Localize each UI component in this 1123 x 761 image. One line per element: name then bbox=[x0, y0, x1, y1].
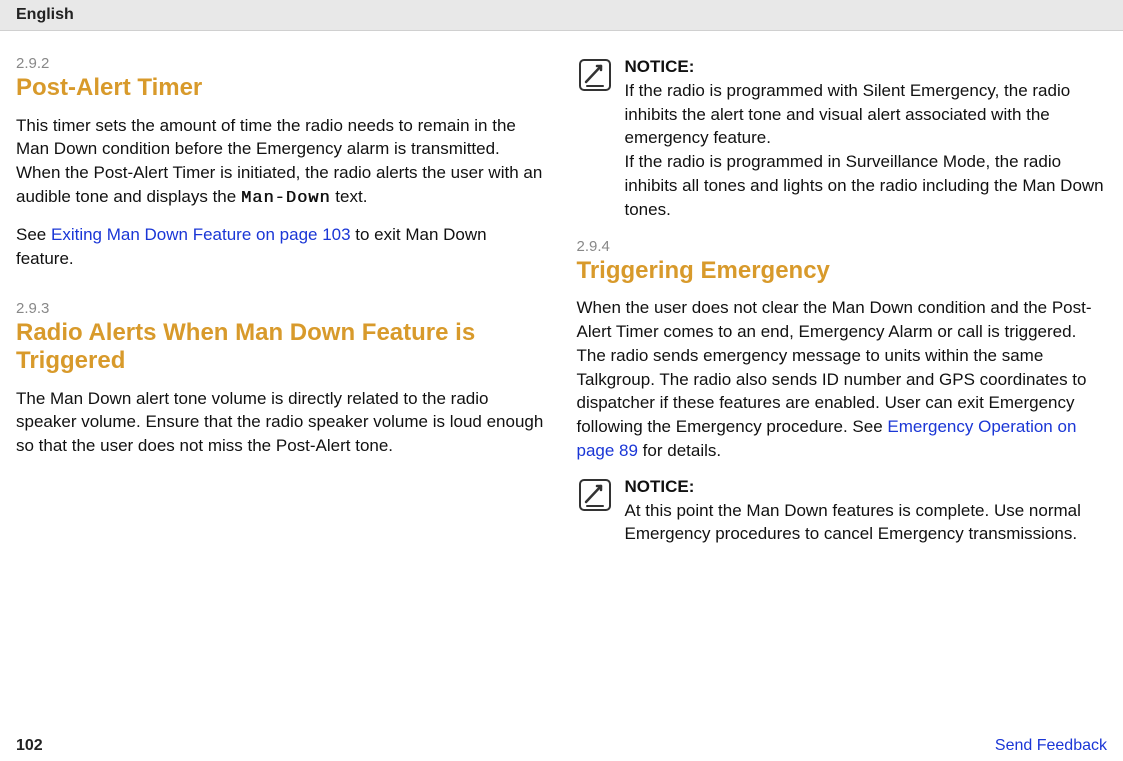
notice-text: If the radio is programmed in Surveillan… bbox=[625, 150, 1108, 221]
notice-content: NOTICE: At this point the Man Down featu… bbox=[625, 475, 1108, 546]
notice-text: At this point the Man Down features is c… bbox=[625, 499, 1108, 547]
text-run: See bbox=[16, 225, 51, 244]
section-number: 2.9.4 bbox=[577, 238, 1108, 255]
notice-label: NOTICE: bbox=[625, 55, 1108, 79]
notice-icon bbox=[577, 477, 613, 518]
text-run: text. bbox=[331, 187, 368, 206]
page-content: 2.9.2 Post-Alert Timer This timer sets t… bbox=[0, 31, 1123, 572]
section-title: Radio Alerts When Man Down Feature is Tr… bbox=[16, 319, 547, 374]
text-run: for details. bbox=[638, 441, 721, 460]
text-run: When the user does not clear the Man Dow… bbox=[577, 298, 1092, 436]
notice-box: NOTICE: If the radio is programmed with … bbox=[577, 55, 1108, 222]
page-footer: 102 Send Feedback bbox=[0, 737, 1123, 755]
mono-text: Man-Down bbox=[241, 189, 331, 208]
section-title: Triggering Emergency bbox=[577, 257, 1108, 285]
notice-icon bbox=[577, 57, 613, 98]
cross-reference-link[interactable]: Exiting Man Down Feature on page 103 bbox=[51, 225, 351, 244]
page-header: English bbox=[0, 0, 1123, 31]
section-number: 2.9.3 bbox=[16, 300, 547, 317]
section-title: Post-Alert Timer bbox=[16, 74, 547, 102]
notice-content: NOTICE: If the radio is programmed with … bbox=[625, 55, 1108, 222]
send-feedback-link[interactable]: Send Feedback bbox=[995, 737, 1107, 755]
header-language: English bbox=[16, 6, 74, 23]
body-paragraph: The Man Down alert tone volume is direct… bbox=[16, 387, 547, 458]
body-paragraph: This timer sets the amount of time the r… bbox=[16, 114, 547, 211]
left-column: 2.9.2 Post-Alert Timer This timer sets t… bbox=[16, 55, 547, 562]
body-paragraph: See Exiting Man Down Feature on page 103… bbox=[16, 223, 547, 271]
section-number: 2.9.2 bbox=[16, 55, 547, 72]
right-column: NOTICE: If the radio is programmed with … bbox=[577, 55, 1108, 562]
page-number: 102 bbox=[16, 737, 43, 755]
notice-text: If the radio is programmed with Silent E… bbox=[625, 79, 1108, 150]
notice-label: NOTICE: bbox=[625, 475, 1108, 499]
body-paragraph: When the user does not clear the Man Dow… bbox=[577, 296, 1108, 463]
notice-box: NOTICE: At this point the Man Down featu… bbox=[577, 475, 1108, 546]
